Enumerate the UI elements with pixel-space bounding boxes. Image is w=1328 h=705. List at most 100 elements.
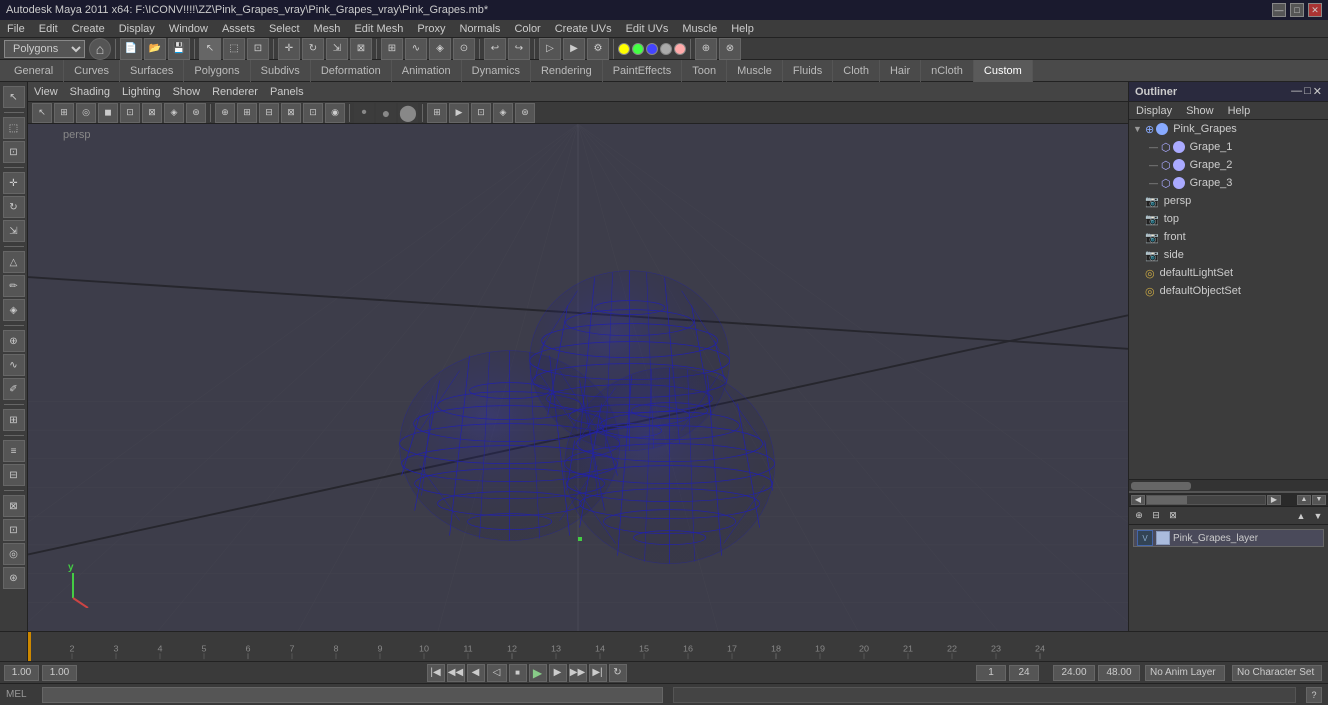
- vp-tb-select[interactable]: ↖: [32, 103, 52, 123]
- left-ep-curve-button[interactable]: ∿: [3, 354, 25, 376]
- tab-dynamics[interactable]: Dynamics: [462, 60, 531, 82]
- menu-create-uvs[interactable]: Create UVs: [552, 22, 615, 36]
- maximize-button[interactable]: □: [1290, 3, 1304, 17]
- menu-mesh[interactable]: Mesh: [311, 22, 344, 36]
- redo-button[interactable]: ↪: [508, 38, 530, 60]
- vp-tb-ipr[interactable]: ▶: [449, 103, 469, 123]
- outliner-menu-show[interactable]: Show: [1183, 104, 1217, 118]
- outliner-hscroll-thumb[interactable]: [1131, 482, 1191, 490]
- tool-settings-button[interactable]: ⊗: [719, 38, 741, 60]
- left-paint-button[interactable]: ⊡: [3, 141, 25, 163]
- left-lasso-button[interactable]: ⬚: [3, 117, 25, 139]
- vp-tb-pivot[interactable]: ◉: [325, 103, 345, 123]
- minimize-button[interactable]: —: [1272, 3, 1286, 17]
- outliner-item-grape3[interactable]: — ⬡ Grape_3: [1129, 174, 1328, 192]
- layer-panel-up[interactable]: ▲: [1297, 495, 1311, 505]
- tab-muscle[interactable]: Muscle: [727, 60, 783, 82]
- paint-select-button[interactable]: ⊡: [247, 38, 269, 60]
- left-select-button[interactable]: ↖: [3, 86, 25, 108]
- left-extra1-button[interactable]: ⊠: [3, 495, 25, 517]
- no-char-set-field[interactable]: No Character Set: [1232, 665, 1322, 681]
- show-attributes-button[interactable]: ⊕: [695, 38, 717, 60]
- outliner-item-persp[interactable]: 📷 persp: [1129, 192, 1328, 210]
- snap-point-button[interactable]: ◈: [429, 38, 451, 60]
- left-render-layers-button[interactable]: ⊟: [3, 464, 25, 486]
- vp-tb-snap-to-poly[interactable]: ⊡: [471, 103, 491, 123]
- anim-fps[interactable]: [1098, 665, 1140, 681]
- tab-toon[interactable]: Toon: [682, 60, 727, 82]
- outliner-item-pink-grapes[interactable]: ▼ ⊕ Pink_Grapes: [1129, 120, 1328, 138]
- outliner-item-top[interactable]: 📷 top: [1129, 210, 1328, 228]
- layer-options-button[interactable]: ⊠: [1165, 508, 1181, 524]
- outliner-close[interactable]: ✕: [1313, 85, 1322, 98]
- menu-normals[interactable]: Normals: [456, 22, 503, 36]
- layer-scroll-right[interactable]: ▶: [1267, 495, 1281, 505]
- left-pencil-button[interactable]: ✐: [3, 378, 25, 400]
- render-current-button[interactable]: ▷: [539, 38, 561, 60]
- outliner-hscrollbar[interactable]: [1129, 479, 1328, 491]
- color-gray[interactable]: [660, 43, 672, 55]
- outliner-menu-help[interactable]: Help: [1225, 104, 1254, 118]
- left-paintweight-button[interactable]: ✏: [3, 275, 25, 297]
- left-scale-button[interactable]: ⇲: [3, 220, 25, 242]
- vp-tb-textured[interactable]: ⊡: [120, 103, 140, 123]
- ipr-render-button[interactable]: ▶: [563, 38, 585, 60]
- vp-tb-cameras[interactable]: ⊠: [281, 103, 301, 123]
- menu-select[interactable]: Select: [266, 22, 303, 36]
- transport-next-frame[interactable]: ▶: [549, 664, 567, 682]
- layer-new-button[interactable]: ⊕: [1131, 508, 1147, 524]
- outliner-menu-display[interactable]: Display: [1133, 104, 1175, 118]
- home-button[interactable]: ⌂: [89, 38, 111, 60]
- menu-display[interactable]: Display: [116, 22, 158, 36]
- outliner-item-lightset[interactable]: ◎ defaultLightSet: [1129, 264, 1328, 282]
- anim-start-field[interactable]: [4, 665, 39, 681]
- layer-item-pink-grapes[interactable]: V Pink_Grapes_layer: [1133, 529, 1324, 547]
- transport-loop[interactable]: ↻: [609, 664, 627, 682]
- left-display-layers-button[interactable]: ≡: [3, 440, 25, 462]
- left-move-button[interactable]: ✛: [3, 172, 25, 194]
- tab-cloth[interactable]: Cloth: [833, 60, 880, 82]
- outliner-item-front[interactable]: 📷 front: [1129, 228, 1328, 246]
- transport-prev-frame[interactable]: ◀: [467, 664, 485, 682]
- menu-assets[interactable]: Assets: [219, 22, 258, 36]
- close-button[interactable]: ✕: [1308, 3, 1322, 17]
- transport-play-back[interactable]: ◁: [487, 664, 507, 682]
- menu-help[interactable]: Help: [728, 22, 757, 36]
- transport-play-fwd[interactable]: ▶: [529, 664, 547, 682]
- tab-custom[interactable]: Custom: [974, 60, 1033, 82]
- vp-tb-wire[interactable]: ⊞: [54, 103, 74, 123]
- left-measure-button[interactable]: ⊞: [3, 409, 25, 431]
- viewport-menu-view[interactable]: View: [34, 86, 58, 98]
- vp-tb-small-circle[interactable]: •: [354, 103, 374, 123]
- menu-create[interactable]: Create: [69, 22, 108, 36]
- anim-current-frame[interactable]: [976, 665, 1006, 681]
- menu-muscle[interactable]: Muscle: [679, 22, 720, 36]
- tab-curves[interactable]: Curves: [64, 60, 120, 82]
- viewport-menu-panels[interactable]: Panels: [270, 86, 304, 98]
- tab-hair[interactable]: Hair: [880, 60, 921, 82]
- vp-tb-shadow[interactable]: ◈: [164, 103, 184, 123]
- left-artisan-button[interactable]: ◈: [3, 299, 25, 321]
- layer-visibility-icon[interactable]: V: [1137, 530, 1153, 546]
- menu-window[interactable]: Window: [166, 22, 211, 36]
- tab-polygons[interactable]: Polygons: [184, 60, 250, 82]
- move-tool-button[interactable]: ✛: [278, 38, 300, 60]
- color-yellow[interactable]: [618, 43, 630, 55]
- outliner-maximize[interactable]: □: [1304, 85, 1311, 98]
- layer-move-up[interactable]: ▲: [1293, 508, 1309, 524]
- color-blue[interactable]: [646, 43, 658, 55]
- menu-edit[interactable]: Edit: [36, 22, 61, 36]
- layer-delete-button[interactable]: ⊟: [1148, 508, 1164, 524]
- outliner-minimize[interactable]: —: [1291, 85, 1302, 98]
- vp-tb-objects[interactable]: ⊕: [215, 103, 235, 123]
- outliner-item-side[interactable]: 📷 side: [1129, 246, 1328, 264]
- undo-button[interactable]: ↩: [484, 38, 506, 60]
- timeline-area[interactable]: 1 2 3 4 5 6 7 8: [0, 631, 1328, 661]
- tab-rendering[interactable]: Rendering: [531, 60, 603, 82]
- new-scene-button[interactable]: 📄: [120, 38, 142, 60]
- scale-tool-button[interactable]: ⇲: [326, 38, 348, 60]
- vp-tb-xray[interactable]: ⊛: [186, 103, 206, 123]
- left-rotate-button[interactable]: ↻: [3, 196, 25, 218]
- left-extra3-button[interactable]: ◎: [3, 543, 25, 565]
- help-button[interactable]: ?: [1306, 687, 1322, 703]
